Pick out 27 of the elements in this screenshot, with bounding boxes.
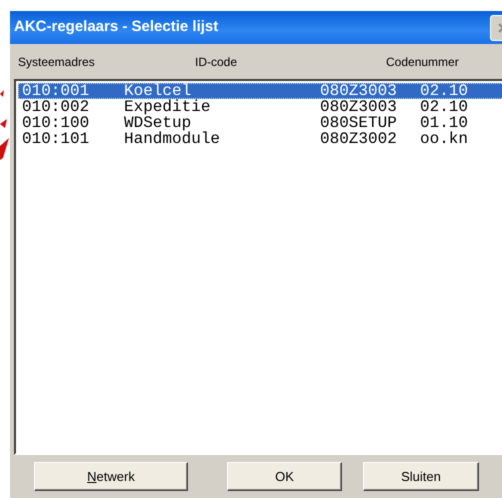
list-row[interactable]: 010:002 Expeditie 080Z3003 02.10 (18, 99, 502, 115)
row-text: 02.10 (420, 98, 468, 116)
list-row[interactable]: 010:001 Koelcel 080Z3003 02.10 (18, 83, 502, 99)
row-text: 02.10 (420, 82, 468, 100)
row-text: 080SETUP (320, 114, 397, 132)
column-header: Codenummer (385, 55, 459, 69)
row-text: oo.kn (420, 130, 468, 148)
dialog-button[interactable]: Netwerk (34, 462, 188, 491)
window-title: AKC-regelaars - Selectie lijst (14, 17, 218, 38)
row-text: 01.10 (420, 114, 468, 132)
dialog-button[interactable]: Sluiten (363, 462, 479, 491)
row-text: 080Z3002 (320, 130, 397, 148)
column-header: ID-code (194, 55, 238, 69)
row-text: 080Z3003 (320, 98, 397, 116)
row-text: Koelcel (124, 82, 192, 100)
row-text: Handmodule (124, 130, 220, 148)
row-text: 010:001 (22, 82, 90, 100)
row-text: WDSetup (124, 114, 192, 132)
row-text: 080Z3003 (320, 82, 397, 100)
dialog-button[interactable]: OK (227, 462, 342, 491)
row-text: 010:100 (22, 114, 90, 132)
list-row[interactable]: 010:100 WDSetup 080SETUP 01.10 (18, 115, 502, 131)
row-text: 010:002 (22, 98, 90, 116)
row-text: 010:101 (22, 130, 90, 148)
list-row[interactable]: 010:101 Handmodule 080Z3002 oo.kn (18, 131, 502, 147)
column-header: Systeemadres (18, 55, 95, 69)
row-text: Expeditie (124, 98, 210, 116)
